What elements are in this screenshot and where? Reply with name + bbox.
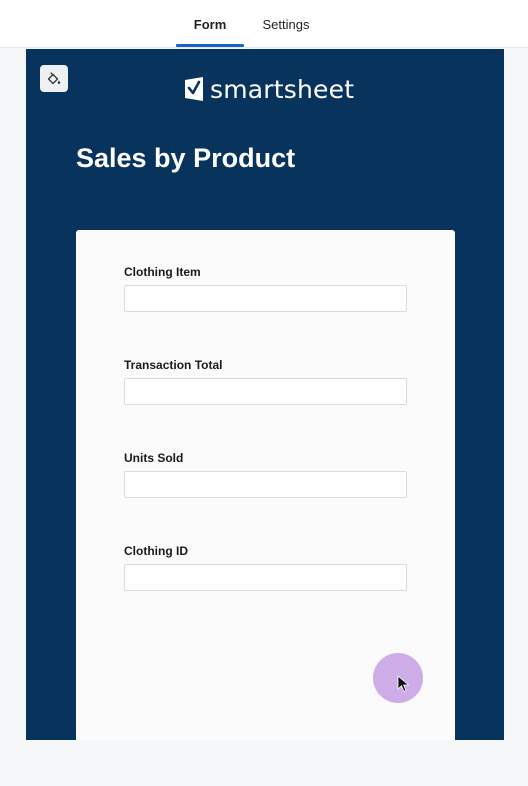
top-tab-bar: Form Settings [0, 0, 528, 48]
right-gutter [504, 49, 528, 740]
clothing-item-input[interactable] [124, 285, 407, 312]
left-gutter [0, 49, 26, 740]
mouse-pointer-icon [397, 675, 409, 692]
active-tab-indicator [176, 44, 244, 47]
tab-settings[interactable]: Settings [252, 0, 320, 48]
bottom-area [0, 740, 528, 786]
smartsheet-logo: smartsheet [184, 74, 355, 104]
units-sold-input[interactable] [124, 471, 407, 498]
field-transaction-total: Transaction Total [124, 357, 407, 405]
tab-form-label: Form [193, 16, 227, 32]
form-preview-canvas: smartsheet Sales by Product Clothing Ite… [26, 49, 504, 740]
tab-form[interactable]: Form [176, 0, 244, 48]
field-clothing-id: Clothing ID [124, 543, 407, 591]
field-clothing-item: Clothing Item [124, 264, 407, 312]
theme-button[interactable] [40, 65, 68, 92]
field-label: Clothing ID [124, 544, 188, 558]
paint-bucket-icon [47, 71, 61, 84]
field-label: Units Sold [124, 451, 184, 465]
field-label: Transaction Total [124, 358, 223, 372]
clothing-id-input[interactable] [124, 564, 407, 591]
field-label: Clothing Item [124, 265, 201, 279]
field-units-sold: Units Sold [124, 450, 407, 498]
smartsheet-check-icon [185, 77, 203, 101]
form-title: Sales by Product [76, 143, 296, 173]
logo-text: smartsheet [210, 74, 355, 104]
transaction-total-input[interactable] [124, 378, 407, 405]
tab-settings-label: Settings [262, 16, 310, 32]
